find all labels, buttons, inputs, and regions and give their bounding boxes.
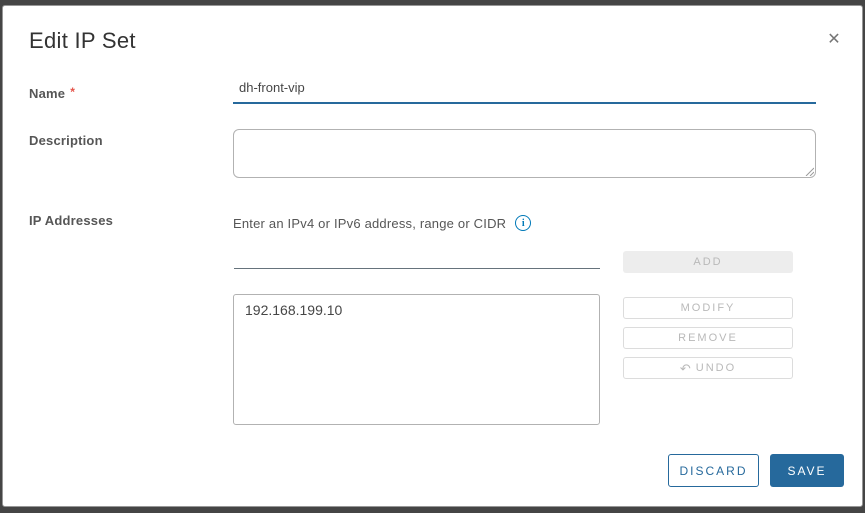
remove-button[interactable]: REMOVE (623, 327, 793, 349)
ip-address-input[interactable] (234, 243, 600, 269)
ip-address-list[interactable]: 192.168.199.10 (233, 294, 600, 425)
description-textarea[interactable] (233, 129, 816, 178)
info-icon[interactable]: i (515, 215, 531, 231)
close-icon: ✕ (827, 31, 840, 48)
edit-ip-set-dialog: Edit IP Set ✕ Name* Description IP Addre… (2, 5, 863, 507)
ip-helper-row: Enter an IPv4 or IPv6 address, range or … (233, 215, 531, 231)
name-label: Name* (29, 85, 75, 101)
ip-helper-text: Enter an IPv4 or IPv6 address, range or … (233, 216, 506, 231)
undo-icon: ↶ (680, 362, 691, 375)
save-button[interactable]: SAVE (770, 454, 844, 487)
undo-button[interactable]: ↶ UNDO (623, 357, 793, 379)
resize-handle-icon[interactable] (804, 166, 814, 176)
dialog-title: Edit IP Set (29, 28, 136, 54)
description-label: Description (29, 133, 103, 148)
list-item[interactable]: 192.168.199.10 (234, 295, 599, 325)
required-asterisk: * (70, 85, 75, 99)
name-input[interactable] (233, 76, 816, 104)
modify-button[interactable]: MODIFY (623, 297, 793, 319)
discard-button[interactable]: DISCARD (668, 454, 759, 487)
add-button[interactable]: ADD (623, 251, 793, 273)
close-button[interactable]: ✕ (822, 28, 846, 52)
ip-addresses-label: IP Addresses (29, 213, 113, 228)
